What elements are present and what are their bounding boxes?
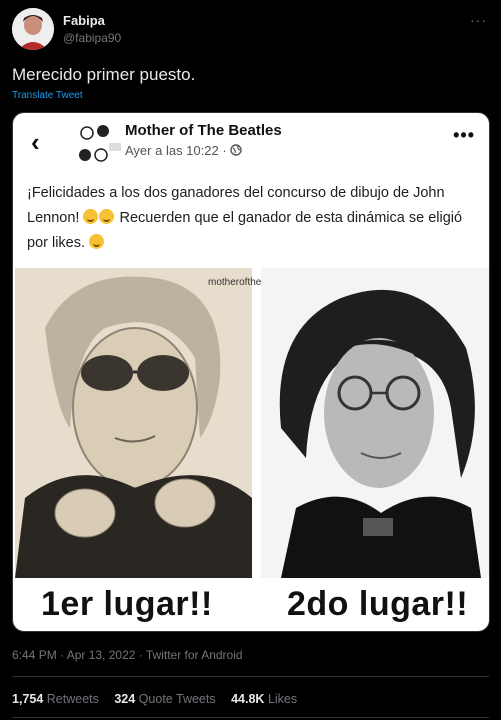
more-icon[interactable]: ···: [470, 12, 487, 28]
tweet-timestamp[interactable]: 6:44 PM · Apr 13, 2022 · Twitter for And…: [12, 648, 243, 662]
star-struck-emoji: [99, 209, 115, 224]
tweet-header: Fabipa @fabipa90 ···: [12, 8, 489, 52]
back-chevron-icon: ‹: [31, 127, 40, 157]
likes-stat[interactable]: 44.8K Likes: [231, 692, 297, 706]
tweet-media-image[interactable]: ‹ Mother of The Beatles Ayer a las 10:22…: [12, 112, 490, 632]
user-handle[interactable]: @fabipa90: [63, 31, 121, 45]
page-logo: [71, 121, 123, 169]
avatar[interactable]: [12, 8, 54, 50]
second-place-caption: 2do lugar!!: [287, 585, 469, 623]
post-more-icon: •••: [453, 125, 475, 145]
first-place-caption: 1er lugar!!: [41, 585, 213, 623]
divider: [12, 717, 489, 718]
divider: [12, 676, 489, 677]
second-place-drawing: [261, 268, 489, 578]
star-struck-emoji: [89, 234, 105, 249]
globe-icon: [230, 144, 242, 156]
display-name[interactable]: Fabipa: [63, 13, 105, 28]
tweet-text: Merecido primer puesto.: [12, 65, 196, 84]
drawings-comparison: motherofthebeatles: [13, 268, 489, 578]
post-time: Ayer a las 10:22 ·: [125, 143, 242, 158]
translate-tweet-link[interactable]: Translate Tweet: [12, 90, 83, 101]
retweets-stat[interactable]: 1,754 Retweets: [12, 692, 99, 706]
partying-face-emoji: [83, 209, 99, 224]
tweet-stats: 1,754 Retweets 324 Quote Tweets 44.8K Li…: [12, 692, 309, 706]
post-text: ¡Felicidades a los dos ganadores del con…: [27, 185, 463, 251]
page-name: Mother of The Beatles: [125, 122, 282, 139]
quote-tweets-stat[interactable]: 324 Quote Tweets: [114, 692, 215, 706]
first-place-drawing: [15, 268, 252, 578]
